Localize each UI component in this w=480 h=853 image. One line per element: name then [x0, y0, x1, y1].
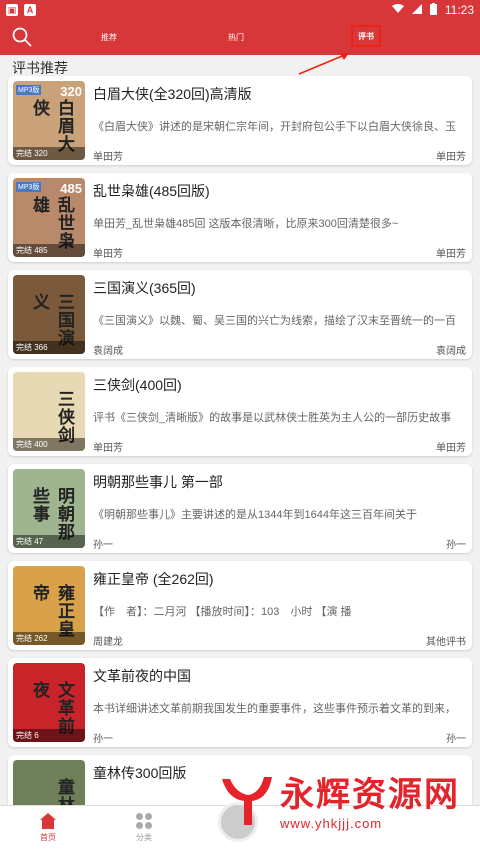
- book-card[interactable]: MP3版 485 乱世枭雄 完结 485 乱世枭雄(485回版) 单田芳_乱世枭…: [8, 173, 472, 262]
- book-title: 三国演义(365回): [93, 280, 196, 296]
- book-title: 乱世枭雄(485回版): [93, 183, 210, 199]
- book-author: 孙一: [93, 734, 113, 745]
- episode-badge: 完结 320: [13, 147, 85, 160]
- book-category: 单田芳: [436, 152, 466, 163]
- book-title: 白眉大侠(全320回)高清版: [93, 86, 252, 102]
- book-cover: 明朝那些事 完结 47: [13, 469, 85, 548]
- book-cover: MP3版 485 乱世枭雄 完结 485: [13, 178, 85, 257]
- episode-badge: 完结 366: [13, 341, 85, 354]
- book-category: 孙一: [446, 540, 466, 551]
- cover-title: 三侠剑: [55, 390, 74, 444]
- episode-badge: 完结 400: [13, 438, 85, 451]
- tab-hot[interactable]: 热门: [228, 32, 244, 43]
- book-card[interactable]: 雍正皇帝 完结 262 雍正皇帝 (全262回) 【作 者】：二月河 【播放时间…: [8, 561, 472, 650]
- watermark-text: 永辉资源网: [280, 776, 460, 814]
- book-card[interactable]: 三国演义 完结 366 三国演义(365回) 《三国演义》以魏、蜀、吴三国的兴亡…: [8, 270, 472, 359]
- episode-badge: 完结 262: [13, 632, 85, 645]
- book-description: 评书《三侠剑_清晰版》的故事是以武林侠士胜英为主人公的一部历史故事: [93, 412, 452, 424]
- book-description: 《白眉大侠》讲述的是宋朝仁宗年间，开封府包公手下以白眉大侠徐良、玉: [93, 121, 456, 133]
- nav-home-label: 首页: [40, 833, 56, 842]
- notification-icon: ▣: [6, 4, 18, 16]
- annotation-arrow: [298, 53, 349, 75]
- cover-number: 485: [60, 181, 82, 196]
- signal-icon: [411, 3, 422, 17]
- wifi-icon: [391, 3, 404, 17]
- watermark: 永辉资源网 www.yhkjjj.com: [214, 767, 460, 831]
- watermark-logo-icon: [222, 777, 272, 825]
- book-category: 其他评书: [426, 637, 466, 648]
- book-category: 单田芳: [436, 249, 466, 260]
- book-title: 童林传300回版: [93, 765, 187, 781]
- book-title: 雍正皇帝 (全262回): [93, 571, 214, 587]
- search-icon[interactable]: [12, 27, 32, 47]
- book-cover: MP3版 320 白眉大侠 完结 320: [13, 81, 85, 160]
- nav-home[interactable]: 首页: [18, 812, 78, 843]
- book-card[interactable]: 文革前夜 完结 6 文革前夜的中国 本书详细讲述文革前期我国发生的重要事件，这些…: [8, 658, 472, 747]
- tab-recommend[interactable]: 推荐: [101, 32, 117, 43]
- cover-mp3-tag: MP3版: [16, 85, 42, 95]
- nav-category[interactable]: 分类: [114, 812, 174, 843]
- tab-pingshu[interactable]: 评书: [351, 25, 381, 47]
- book-list: MP3版 320 白眉大侠 完结 320 白眉大侠(全320回)高清版 《白眉大…: [8, 76, 472, 852]
- book-description: 《明朝那些事儿》主要讲述的是从1344年到1644年这三百年间关于: [93, 509, 417, 521]
- book-author: 单田芳: [93, 152, 123, 163]
- book-card[interactable]: MP3版 320 白眉大侠 完结 320 白眉大侠(全320回)高清版 《白眉大…: [8, 76, 472, 165]
- book-cover: 三侠剑 完结 400: [13, 372, 85, 451]
- book-title: 明朝那些事儿 第一部: [93, 474, 223, 490]
- book-author: 单田芳: [93, 249, 123, 260]
- cover-mp3-tag: MP3版: [16, 182, 42, 192]
- book-category: 袁阔成: [436, 346, 466, 357]
- book-cover: 文革前夜 完结 6: [13, 663, 85, 742]
- book-title: 文革前夜的中国: [93, 668, 191, 684]
- home-icon: [39, 812, 57, 830]
- book-description: 【作 者】：二月河 【播放时间】：103 小时 【演 播: [93, 606, 352, 618]
- book-category: 单田芳: [436, 443, 466, 454]
- book-cover: 雍正皇帝 完结 262: [13, 566, 85, 645]
- category-icon: [135, 812, 153, 830]
- episode-badge: 完结 6: [13, 729, 85, 742]
- book-author: 孙一: [93, 540, 113, 551]
- section-title: 评书推荐: [12, 60, 68, 76]
- book-title: 三侠剑(400回): [93, 377, 182, 393]
- book-description: 《三国演义》以魏、蜀、吴三国的兴亡为线索，描绘了汉末至晋统一的一百: [93, 315, 456, 327]
- book-card[interactable]: 三侠剑 完结 400 三侠剑(400回) 评书《三侠剑_清晰版》的故事是以武林侠…: [8, 367, 472, 456]
- cover-number: 320: [60, 84, 82, 99]
- top-app-bar: 推荐 热门 评书: [0, 20, 480, 55]
- book-author: 周建龙: [93, 637, 123, 648]
- book-author: 单田芳: [93, 443, 123, 454]
- book-description: 本书详细讲述文革前期我国发生的重要事件，这些事件预示着文革的到来，: [93, 703, 456, 715]
- book-author: 袁阔成: [93, 346, 123, 357]
- nav-category-label: 分类: [136, 833, 152, 842]
- book-description: 单田芳_乱世枭雄485回 这版本很清晰，比原来300回清楚很多~: [93, 218, 399, 230]
- book-cover: 三国演义 完结 366: [13, 275, 85, 354]
- book-card[interactable]: 明朝那些事 完结 47 明朝那些事儿 第一部 《明朝那些事儿》主要讲述的是从13…: [8, 464, 472, 553]
- episode-badge: 完结 485: [13, 244, 85, 257]
- episode-badge: 完结 47: [13, 535, 85, 548]
- status-time: 11:23: [444, 3, 474, 17]
- status-bar: ▣ A 11:23: [0, 0, 480, 20]
- watermark-url: www.yhkjjj.com: [280, 816, 383, 831]
- book-category: 孙一: [446, 734, 466, 745]
- battery-icon: [429, 2, 437, 18]
- app-notification-icon: A: [24, 4, 36, 16]
